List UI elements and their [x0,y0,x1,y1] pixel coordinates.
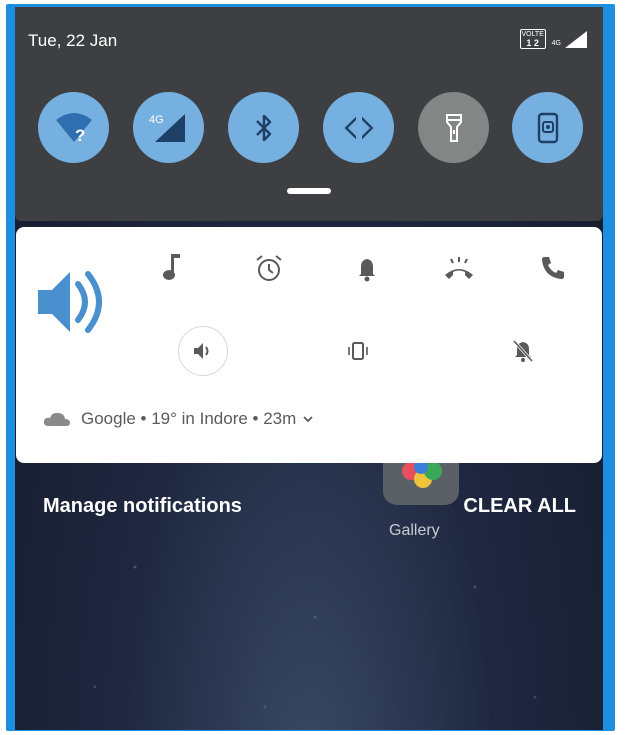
flashlight-icon [445,113,462,142]
alarm-clock-icon[interactable] [254,253,284,283]
network-type-label: 4G [551,39,561,47]
gallery-label: Gallery [389,522,440,539]
quick-settings-shade: Tue, 22 Jan VOLTE 1 2 4G ? 4G [15,7,603,221]
qs-tile-bluetooth[interactable] [228,92,299,163]
wifi-unknown-icon: ? [55,112,92,145]
weather-glance[interactable]: Google • 19° in Indore • 23m [43,409,314,429]
volume-panel: Google • 19° in Indore • 23m [16,227,602,463]
svg-text:4G: 4G [149,114,164,126]
qs-tile-auto-rotate[interactable] [323,92,394,163]
vibrate-icon[interactable] [346,341,370,361]
phone-screen: Tue, 22 Jan VOLTE 1 2 4G ? 4G Google • 1… [15,7,603,730]
signal-icon [565,31,587,48]
auto-rotate-icon [344,112,373,143]
mode-sound-button[interactable] [178,326,228,376]
bluetooth-icon [255,114,271,141]
screencast-icon [537,112,558,143]
bell-icon[interactable] [355,255,379,283]
cloud-icon [43,412,70,426]
mobile-data-icon: 4G [149,113,185,142]
chevron-down-icon[interactable] [302,414,314,424]
mute-icon[interactable] [512,339,534,363]
qs-tile-screencast[interactable] [512,92,583,163]
shade-drag-handle[interactable] [287,188,331,194]
weather-text: Google • 19° in Indore • 23m [81,409,297,428]
phone-icon[interactable] [540,255,566,281]
qs-tile-wifi[interactable]: ? [38,92,109,163]
clear-all-button[interactable]: CLEAR ALL [463,495,576,518]
quick-settings-tiles: ? 4G [38,92,588,167]
volte-icon: VOLTE 1 2 [519,29,546,49]
gallery-icon [383,463,459,505]
sound-on-icon [194,343,209,359]
music-note-icon[interactable] [161,252,183,282]
svg-text:?: ? [75,126,85,145]
volume-speaker-icon[interactable] [36,264,108,340]
ringer-icon[interactable] [443,255,475,281]
qs-tile-mobile-data[interactable]: 4G [133,92,204,163]
date-label: Tue, 22 Jan [28,31,118,50]
manage-notifications-button[interactable]: Manage notifications [43,495,242,518]
status-icons: VOLTE 1 2 4G [519,29,589,49]
qs-tile-flashlight[interactable] [418,92,489,163]
